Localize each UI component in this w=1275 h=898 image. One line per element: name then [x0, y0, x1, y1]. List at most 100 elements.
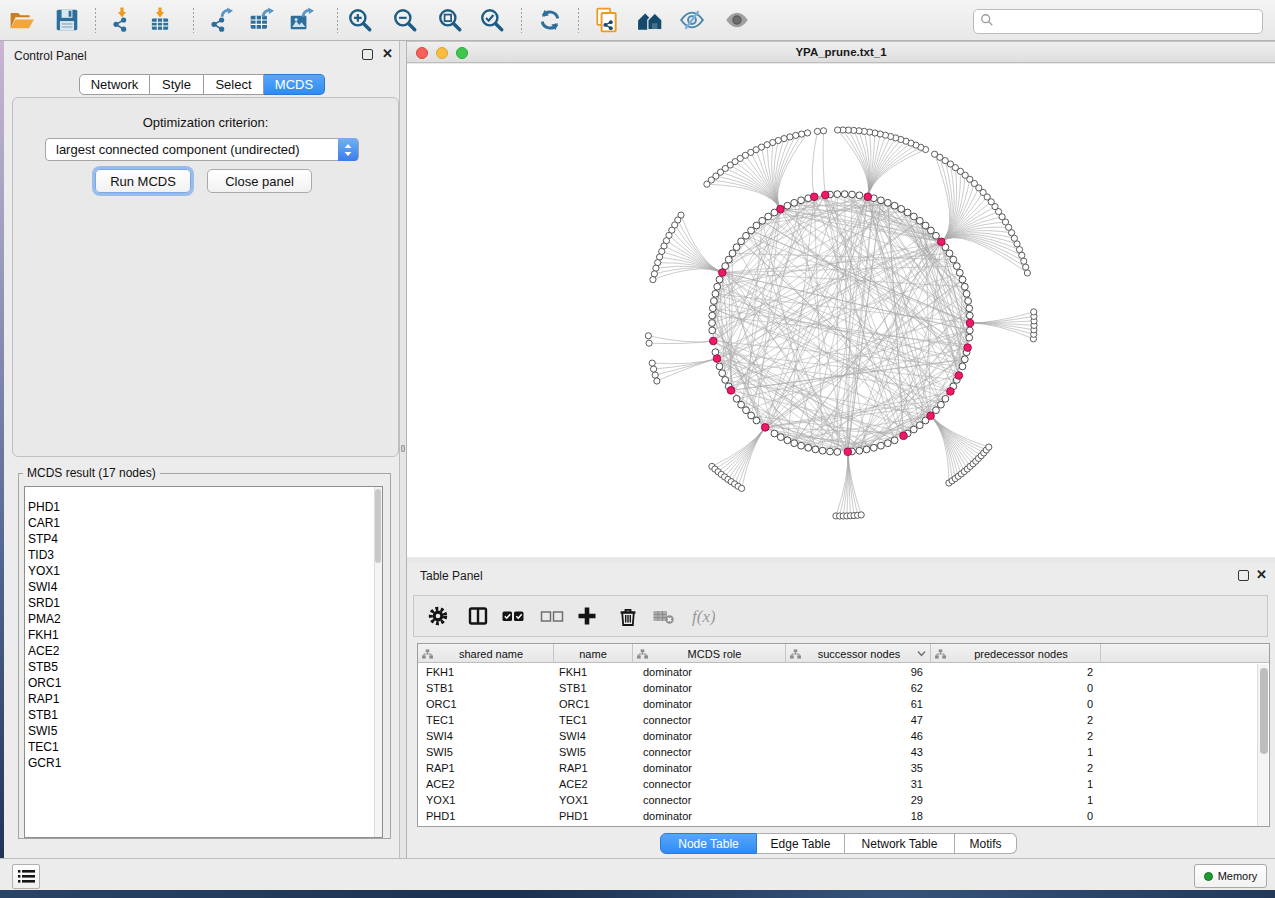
table-row-SWI4[interactable]: SWI4SWI4dominator462 — [418, 728, 1258, 744]
network-hub-node[interactable] — [955, 372, 963, 380]
network-node[interactable] — [827, 448, 834, 455]
table-tab-edge-table[interactable]: Edge Table — [757, 833, 845, 854]
panel-splitter[interactable] — [400, 41, 407, 858]
network-node[interactable] — [910, 213, 917, 220]
tab-network[interactable]: Network — [79, 74, 150, 95]
mcds-result-list[interactable]: PHD1CAR1STP4TID3YOX1SWI4SRD1PMA2FKH1ACE2… — [24, 486, 383, 838]
network-node[interactable] — [765, 213, 772, 220]
network-leaf-node[interactable] — [932, 151, 938, 157]
mcds-result-node[interactable]: PHD1 — [25, 499, 382, 515]
network-node[interactable] — [777, 434, 784, 441]
show-hidden-panels-button[interactable] — [12, 864, 40, 889]
export-network-button[interactable] — [205, 7, 235, 35]
hide-eye-button[interactable] — [677, 7, 707, 35]
import-network-button[interactable] — [107, 7, 137, 35]
optimization-criterion-select[interactable]: largest connected component (undirected) — [45, 138, 359, 161]
mcds-result-node[interactable]: STB1 — [25, 707, 382, 723]
network-node[interactable] — [965, 298, 972, 305]
splitter-grabber[interactable] — [401, 445, 405, 452]
network-leaf-node[interactable] — [649, 360, 655, 366]
network-node[interactable] — [891, 437, 898, 444]
network-leaf-node[interactable] — [835, 127, 841, 133]
network-node[interactable] — [856, 192, 863, 199]
table-tab-network-table[interactable]: Network Table — [845, 833, 955, 854]
zoom-selected-button[interactable] — [477, 7, 507, 35]
network-node[interactable] — [753, 222, 760, 229]
home-button[interactable] — [635, 7, 665, 35]
network-node[interactable] — [910, 426, 917, 433]
table-row-SWI5[interactable]: SWI5SWI5connector431 — [418, 744, 1258, 760]
network-node[interactable] — [884, 440, 891, 447]
network-hub-node[interactable] — [900, 432, 908, 440]
network-node[interactable] — [716, 363, 723, 370]
mcds-result-node[interactable]: TID3 — [25, 547, 382, 563]
network-node[interactable] — [722, 377, 729, 384]
network-node[interactable] — [709, 320, 716, 327]
network-node[interactable] — [753, 417, 760, 424]
network-node[interactable] — [863, 446, 870, 453]
zoom-in-button[interactable] — [345, 7, 375, 35]
float-panel-icon[interactable] — [362, 49, 373, 60]
network-node[interactable] — [956, 269, 963, 276]
network-node[interactable] — [963, 290, 970, 297]
network-leaf-node[interactable] — [704, 181, 710, 187]
network-node[interactable] — [849, 191, 856, 198]
network-node[interactable] — [771, 430, 778, 437]
network-node[interactable] — [784, 437, 791, 444]
table-row-FKH1[interactable]: FKH1FKH1dominator962 — [418, 664, 1258, 680]
delete-column-button[interactable] — [615, 604, 641, 630]
zoom-out-button[interactable] — [390, 7, 420, 35]
table-row-ACE2[interactable]: ACE2ACE2connector311 — [418, 776, 1258, 792]
network-node[interactable] — [748, 412, 755, 419]
network-leaf-node[interactable] — [986, 444, 992, 450]
network-node[interactable] — [712, 290, 719, 297]
network-node[interactable] — [709, 327, 716, 334]
network-node[interactable] — [725, 256, 732, 263]
column-visibility-button[interactable] — [465, 604, 491, 630]
network-node[interactable] — [922, 222, 929, 229]
network-node[interactable] — [904, 209, 911, 216]
network-hub-node[interactable] — [761, 424, 769, 432]
table-row-RAP1[interactable]: RAP1RAP1dominator352 — [418, 760, 1258, 776]
close-panel-icon[interactable]: ✕ — [382, 47, 393, 61]
network-leaf-node[interactable] — [820, 128, 826, 134]
network-hub-node[interactable] — [822, 191, 830, 199]
network-hub-node[interactable] — [727, 387, 735, 395]
column-header-predecessor-nodes[interactable]: predecessor nodes — [931, 644, 1101, 663]
mcds-result-node[interactable]: STP4 — [25, 531, 382, 547]
network-hub-node[interactable] — [710, 337, 718, 345]
export-table-button[interactable] — [246, 7, 276, 35]
network-leaf-node[interactable] — [650, 277, 656, 283]
network-hub-node[interactable] — [927, 412, 935, 420]
mcds-list-scrollbar[interactable] — [374, 487, 382, 837]
close-table-panel-icon[interactable]: ✕ — [1256, 568, 1267, 582]
network-hub-node[interactable] — [966, 319, 974, 327]
network-node[interactable] — [819, 447, 826, 454]
network-node[interactable] — [834, 191, 841, 198]
network-node[interactable] — [966, 334, 973, 341]
select-all-checks-button[interactable] — [500, 604, 526, 630]
network-node[interactable] — [743, 407, 750, 414]
network-leaf-node[interactable] — [646, 340, 652, 346]
network-node[interactable] — [784, 202, 791, 209]
network-canvas[interactable] — [407, 64, 1275, 557]
column-header-name[interactable]: name — [554, 644, 633, 663]
mcds-result-node[interactable]: CAR1 — [25, 515, 382, 531]
show-eye-button[interactable] — [722, 7, 752, 35]
column-header-MCDS-role[interactable]: MCDS role — [633, 644, 786, 663]
mcds-result-node[interactable]: FKH1 — [25, 627, 382, 643]
network-node[interactable] — [759, 217, 766, 224]
import-table-button[interactable] — [145, 7, 175, 35]
float-table-panel-icon[interactable] — [1238, 570, 1249, 581]
network-node[interactable] — [884, 199, 891, 206]
network-node[interactable] — [933, 232, 940, 239]
network-leaf-node[interactable] — [653, 265, 659, 271]
tab-mcds[interactable]: MCDS — [264, 74, 325, 95]
search-input[interactable] — [998, 15, 1262, 29]
run-mcds-button[interactable]: Run MCDS — [95, 169, 191, 193]
mcds-result-node[interactable]: PMA2 — [25, 611, 382, 627]
network-node[interactable] — [856, 447, 863, 454]
network-node[interactable] — [916, 217, 923, 224]
mcds-result-node[interactable]: SWI4 — [25, 579, 382, 595]
network-node[interactable] — [966, 312, 973, 319]
